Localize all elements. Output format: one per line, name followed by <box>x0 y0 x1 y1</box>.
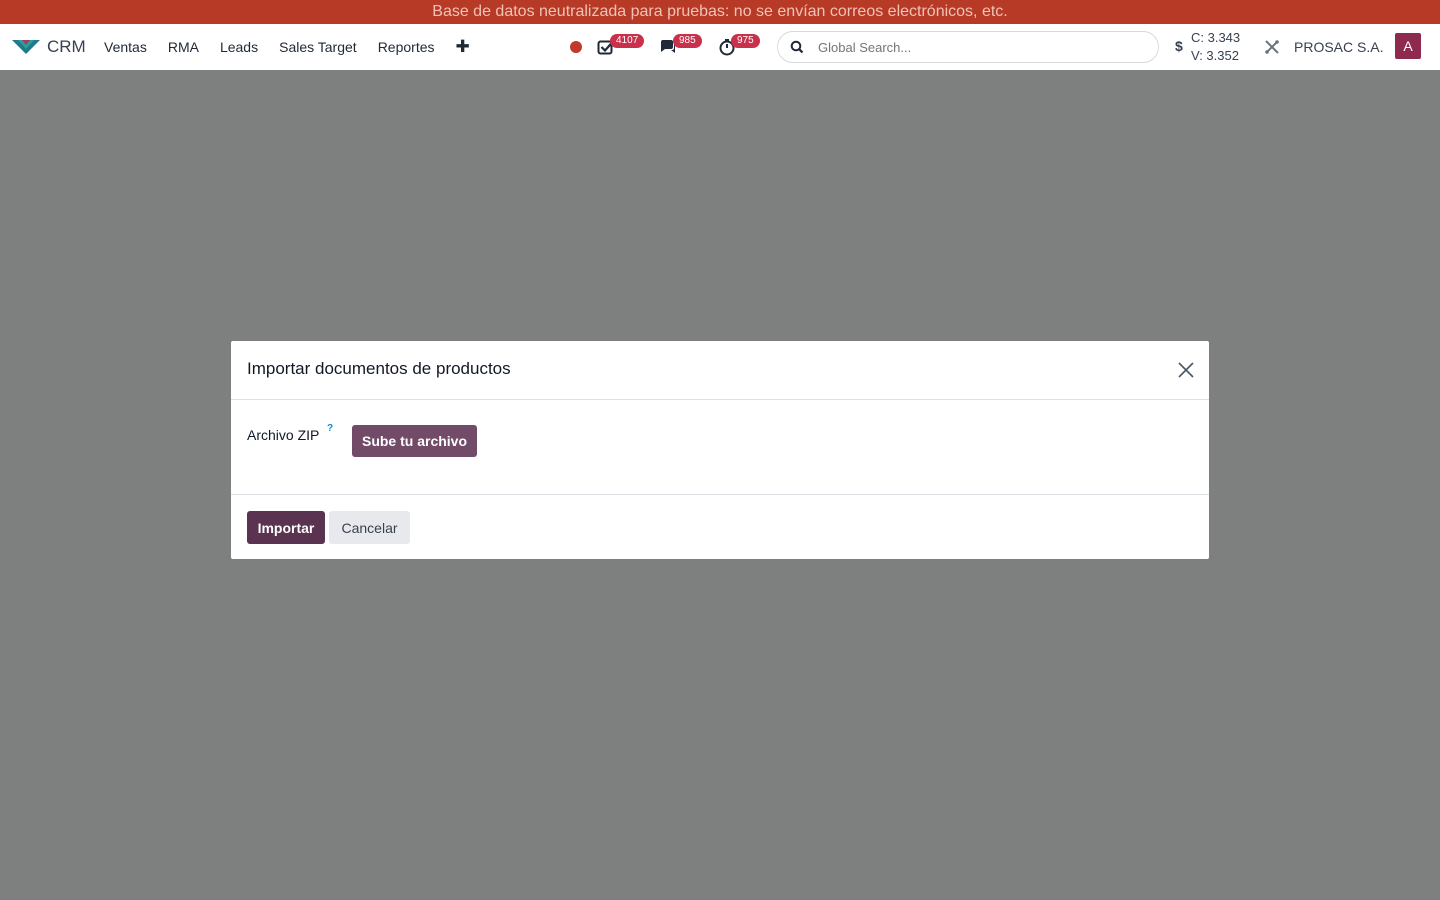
app-name: CRM <box>47 37 86 56</box>
search-icon <box>790 40 804 54</box>
add-menu-icon[interactable]: ✚ <box>456 37 470 57</box>
timer-badge: 975 <box>731 34 760 48</box>
recording-status-icon[interactable] <box>570 41 582 53</box>
test-database-banner: Base de datos neutralizada para pruebas:… <box>0 0 1440 24</box>
debug-tools-icon[interactable] <box>1264 39 1280 55</box>
menu-item-leads[interactable]: Leads <box>220 39 258 55</box>
global-search[interactable] <box>777 31 1159 63</box>
rate-sell: V: 3.352 <box>1191 48 1239 63</box>
import-dialog: Importar documentos de productos Archivo… <box>231 341 1209 559</box>
cancel-button[interactable]: Cancelar <box>329 511 410 544</box>
close-icon[interactable] <box>1177 361 1195 379</box>
menu-item-rma[interactable]: RMA <box>168 39 199 55</box>
zip-file-label: Archivo ZIP <box>247 427 320 443</box>
upload-file-button[interactable]: Sube tu archivo <box>352 425 477 457</box>
company-switcher[interactable]: PROSAC S.A. <box>1294 39 1383 55</box>
dialog-header: Importar documentos de productos <box>231 341 1209 400</box>
exchange-rates[interactable]: C: 3.343 V: 3.352 <box>1191 29 1240 65</box>
dialog-body: Archivo ZIP ? Sube tu archivo <box>231 400 1209 495</box>
activity-badge: 4107 <box>610 34 645 48</box>
global-search-input[interactable] <box>818 39 1138 55</box>
main-menu: Ventas RMA Leads Sales Target Reportes ✚ <box>104 24 470 70</box>
import-button[interactable]: Importar <box>247 511 325 544</box>
user-avatar[interactable]: A <box>1395 33 1421 59</box>
app-brand[interactable]: CRM <box>12 24 86 70</box>
dialog-title: Importar documentos de productos <box>247 359 511 378</box>
top-navbar: CRM Ventas RMA Leads Sales Target Report… <box>0 24 1440 70</box>
dialog-footer: Importar Cancelar <box>231 495 1209 559</box>
menu-item-ventas[interactable]: Ventas <box>104 39 147 55</box>
menu-item-sales-target[interactable]: Sales Target <box>279 39 357 55</box>
messages-badge: 985 <box>673 34 702 48</box>
currency-icon: $ <box>1175 38 1183 54</box>
menu-item-reportes[interactable]: Reportes <box>378 39 435 55</box>
crm-logo-icon <box>12 40 40 54</box>
help-tooltip-icon[interactable]: ? <box>327 423 333 434</box>
rate-buy: C: 3.343 <box>1191 30 1241 45</box>
